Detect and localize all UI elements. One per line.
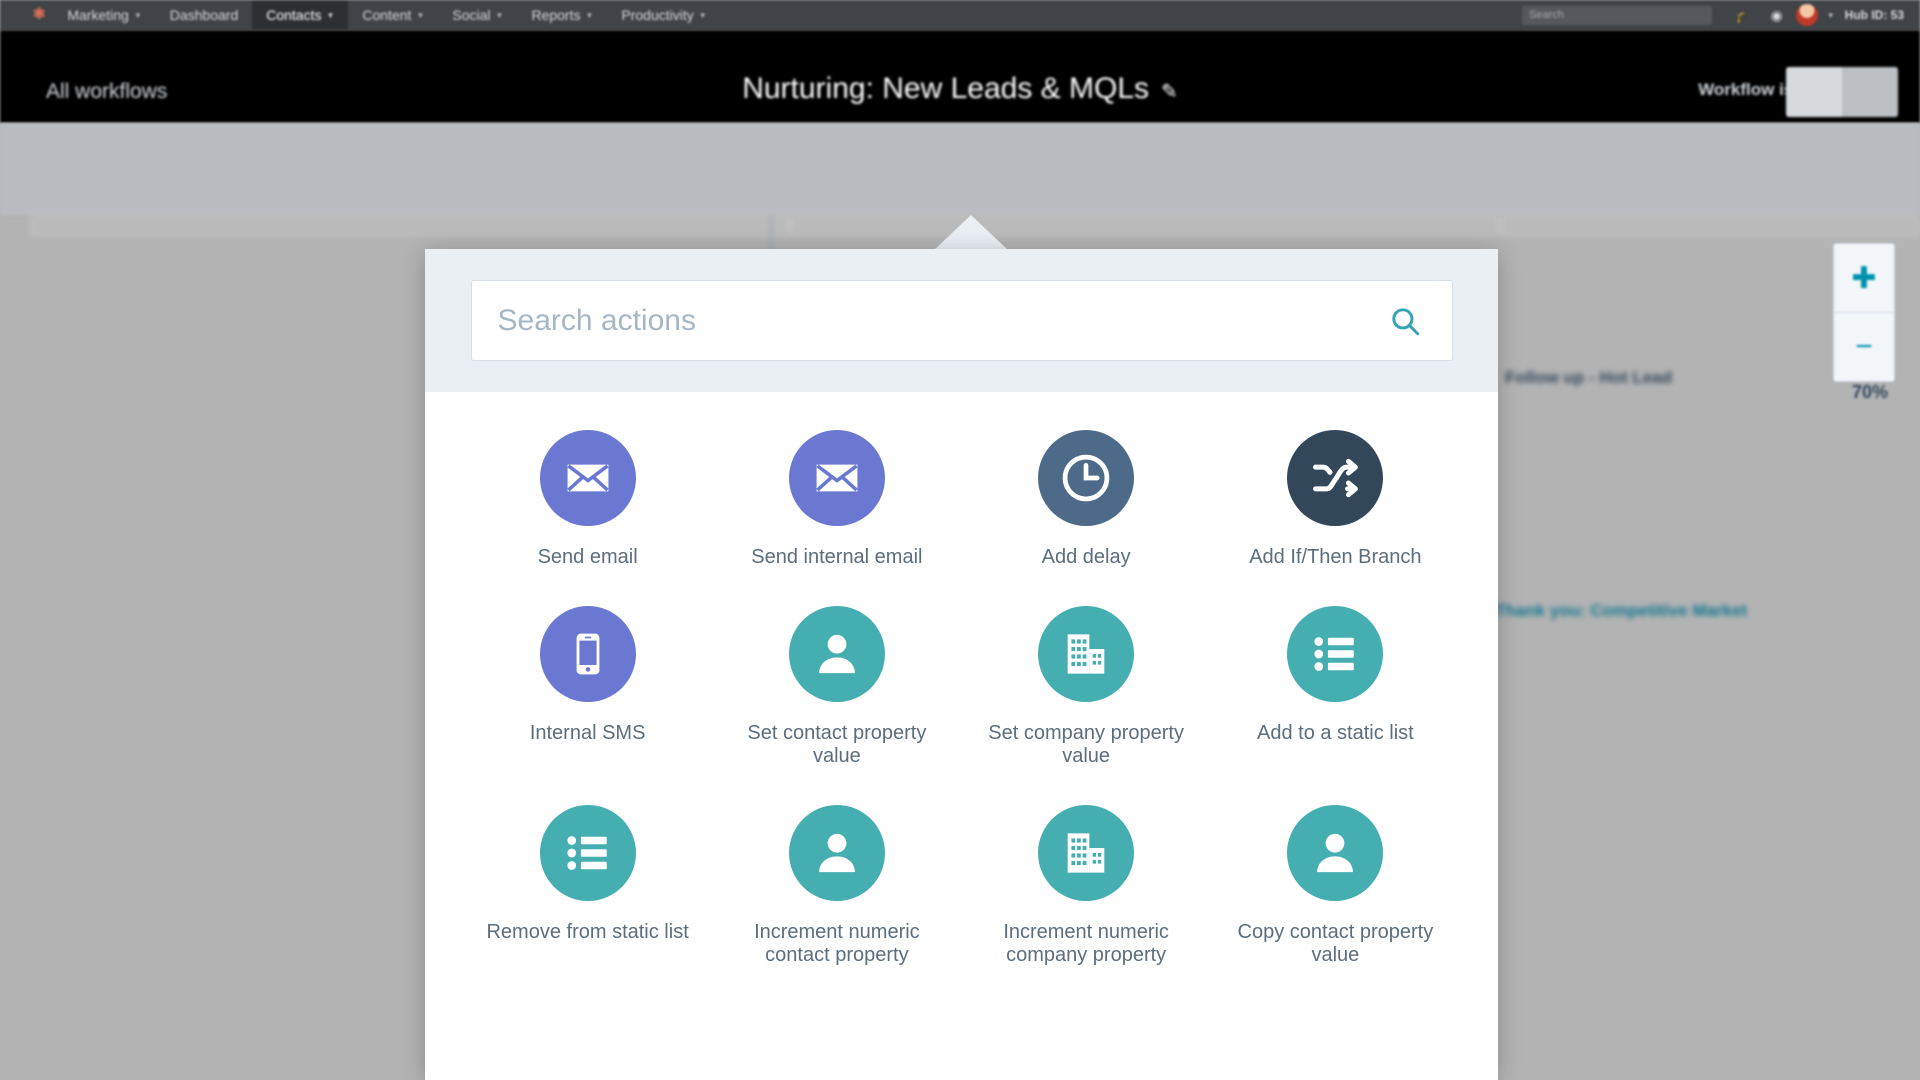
action-tile-add-if-then-branch[interactable]: Add If/Then Branch <box>1211 420 1460 574</box>
pencil-icon[interactable]: ✎ <box>1161 81 1178 103</box>
envelope-icon <box>539 430 636 526</box>
building-icon <box>1038 804 1135 901</box>
action-tile-label: Add to a static list <box>1257 721 1414 744</box>
action-tile-label: Add If/Then Branch <box>1249 546 1422 568</box>
phone-icon <box>539 605 636 702</box>
nav-item-dashboard[interactable]: Dashboard <box>156 0 253 30</box>
canvas-node-label: Follow up - Hot Lead <box>1505 368 1673 387</box>
action-tile-increment-numeric-contact-property[interactable]: Increment numeric contact property <box>712 795 961 972</box>
list-icon <box>539 804 636 901</box>
shuffle-icon <box>1287 430 1384 526</box>
canvas-zoom-controls[interactable]: ✚ − <box>1833 243 1895 382</box>
action-tile-remove-from-static-list[interactable]: Remove from static list <box>463 795 712 972</box>
action-tile-copy-contact-property-value[interactable]: Copy contact property value <box>1211 795 1460 972</box>
toggle-track <box>1842 67 1898 117</box>
zoom-in-button[interactable]: ✚ <box>1834 244 1894 312</box>
action-picker-header <box>425 249 1498 392</box>
person-icon <box>788 605 885 702</box>
canvas-node-sublabel <box>1500 646 1504 662</box>
action-tile-label: Increment numeric company property <box>1003 920 1169 967</box>
action-tile-label: Copy contact property value <box>1237 920 1434 967</box>
canvas-node[interactable] <box>30 216 790 236</box>
global-search-placeholder: Search <box>1529 9 1564 21</box>
nav-item-contacts[interactable]: Contacts ▼ <box>252 0 349 30</box>
chevron-down-icon: ▼ <box>585 10 594 20</box>
action-tile-label: Send email <box>537 546 638 568</box>
canvas-node-label: Thank you: Competitive Market <box>1495 601 1748 620</box>
avatar[interactable] <box>1795 4 1818 26</box>
chevron-down-icon: ▼ <box>326 10 335 20</box>
hub-id-label: Hub ID: 53 <box>1844 8 1904 22</box>
search-icon[interactable] <box>1388 304 1422 338</box>
chevron-down-icon: ▼ <box>698 10 707 20</box>
broadcast-icon[interactable]: ◉ <box>1771 7 1783 24</box>
workflow-title-text: Nurturing: New Leads & MQLs <box>742 72 1150 105</box>
canvas-node[interactable] <box>1500 216 1920 236</box>
top-nav-items: Marketing ▼ Dashboard Contacts ▼ Content ▼ Soci… <box>53 0 720 30</box>
canvas-node[interactable] <box>790 216 1500 236</box>
search-actions-input[interactable] <box>471 281 1452 360</box>
zoom-level-label: 70% <box>1851 382 1888 402</box>
nav-item-label: Contacts <box>266 7 322 23</box>
person-icon <box>1287 804 1384 901</box>
action-tile-add-to-a-static-list[interactable]: Add to a static list <box>1211 596 1460 773</box>
action-tile-label: Set company property value <box>988 721 1184 768</box>
action-tile-set-company-property-value[interactable]: Set company property value <box>962 596 1211 773</box>
action-tile-label: Add delay <box>1041 546 1131 568</box>
action-tile-label: Internal SMS <box>529 721 646 744</box>
top-nav-left: ⚛ Marketing ▼ Dashboard Contacts ▼ Content ▼ So… <box>0 0 721 30</box>
action-tile-add-delay[interactable]: Add delay <box>962 420 1211 574</box>
action-tile-label: Send internal email <box>751 546 923 568</box>
global-search-input[interactable]: Search <box>1522 5 1713 25</box>
chevron-down-icon: ▼ <box>133 10 142 20</box>
hubspot-sprocket-icon[interactable]: ⚛ <box>32 7 46 23</box>
action-tile-increment-numeric-company-property[interactable]: Increment numeric company property <box>962 795 1211 972</box>
nav-item-marketing[interactable]: Marketing ▼ <box>53 0 155 30</box>
action-tile-label: Remove from static list <box>486 920 689 943</box>
workflow-header: All workflows Nurturing: New Leads & MQL… <box>0 30 1920 123</box>
building-icon <box>1038 605 1135 702</box>
nav-item-social[interactable]: Social ▼ <box>438 0 517 30</box>
action-picker-panel: Send email Send internal email Add delay Ad… <box>425 249 1498 1080</box>
toggle-knob <box>1786 67 1842 117</box>
envelope-icon <box>788 430 885 526</box>
person-icon <box>788 804 885 901</box>
action-tile-label: Set contact property value <box>747 721 927 768</box>
nav-item-reports[interactable]: Reports ▼ <box>517 0 607 30</box>
chevron-down-icon: ▼ <box>416 10 425 20</box>
action-tile-grid: Send email Send internal email Add delay Ad… <box>425 392 1498 972</box>
list-icon <box>1287 605 1384 702</box>
top-nav-right: Search 🎓 ◉ ▼ Hub ID: 53 <box>1522 0 1920 30</box>
zoom-out-button[interactable]: − <box>1834 313 1894 381</box>
account-chevron-down-icon[interactable]: ▼ <box>1827 11 1835 20</box>
page-title: Nurturing: New Leads & MQLs ✎ <box>0 72 1920 106</box>
action-tile-internal-sms[interactable]: Internal SMS <box>463 596 712 773</box>
nav-item-label: Content <box>362 7 412 23</box>
action-tile-send-internal-email[interactable]: Send internal email <box>712 420 961 574</box>
action-tile-send-email[interactable]: Send email <box>463 420 712 574</box>
top-navigation-bar: ⚛ Marketing ▼ Dashboard Contacts ▼ Content ▼ So… <box>0 0 1920 30</box>
nav-item-content[interactable]: Content ▼ <box>348 0 438 30</box>
clock-icon <box>1038 430 1135 526</box>
nav-item-label: Productivity <box>621 7 694 23</box>
nav-item-label: Reports <box>531 7 581 23</box>
search-actions-field[interactable] <box>470 280 1453 361</box>
chevron-down-icon: ▼ <box>495 10 504 20</box>
nav-item-label: Dashboard <box>169 7 239 23</box>
picker-callout-arrow <box>933 215 1009 251</box>
graduation-cap-icon[interactable]: 🎓 <box>1735 7 1752 24</box>
action-tile-label: Increment numeric contact property <box>754 920 920 967</box>
nav-item-label: Social <box>452 7 491 23</box>
nav-item-label: Marketing <box>67 7 129 23</box>
nav-item-productivity[interactable]: Productivity ▼ <box>607 0 720 30</box>
workflow-tab-bar: ◎ Goal ▦ Description Actions Settings Pe… <box>0 123 1920 336</box>
workflow-on-off-toggle[interactable] <box>1786 67 1898 117</box>
action-tile-set-contact-property-value[interactable]: Set contact property value <box>712 596 961 773</box>
